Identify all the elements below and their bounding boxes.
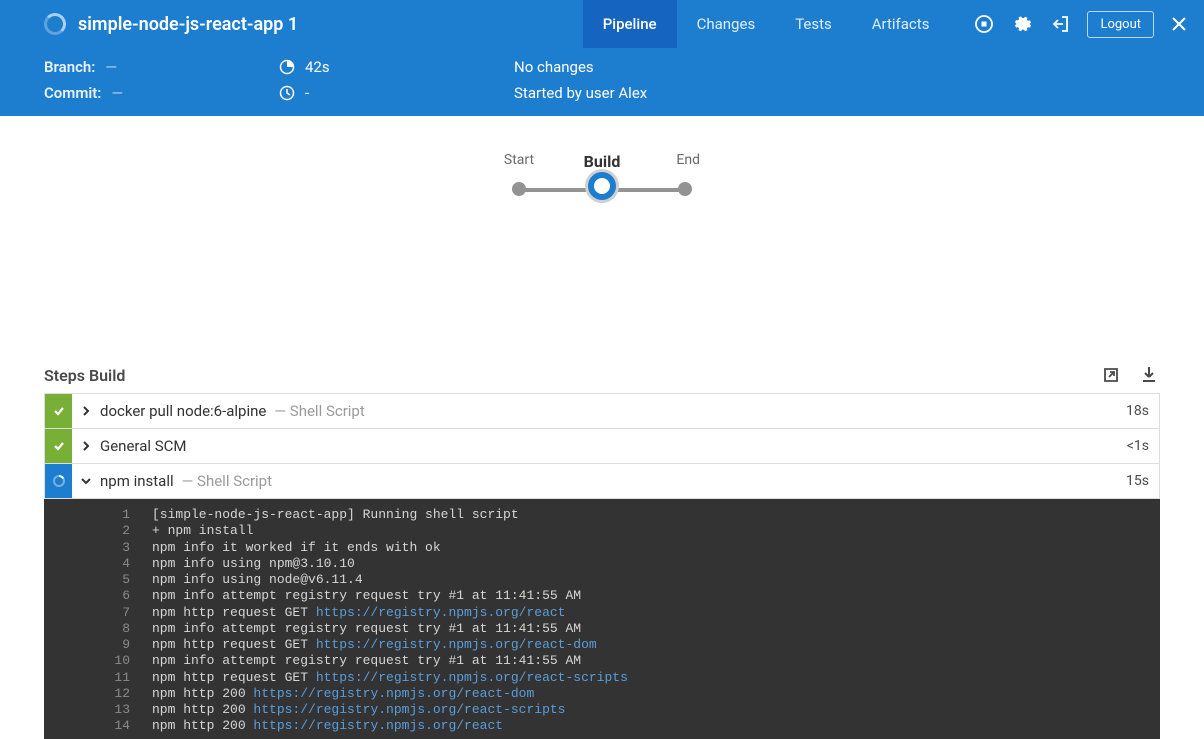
- graph-label-start: Start: [504, 152, 534, 168]
- console-link[interactable]: https://registry.npmjs.org/react: [316, 605, 566, 620]
- graph-node-start[interactable]: [512, 182, 526, 196]
- graph-node-end[interactable]: [678, 182, 692, 196]
- line-number: 11: [44, 670, 152, 686]
- download-icon[interactable]: [1138, 364, 1160, 386]
- timer-value: -: [305, 84, 309, 102]
- line-number: 6: [44, 588, 152, 604]
- commit-label: Commit:: [44, 84, 101, 102]
- step-row[interactable]: npm install — Shell Script 15s: [44, 463, 1160, 499]
- step-subtitle: — Shell Script: [274, 402, 364, 420]
- console-line: npm info it worked if it ends with ok: [152, 540, 441, 556]
- console-line: npm info attempt registry request try #1…: [152, 621, 581, 637]
- spinner-icon: [45, 464, 72, 498]
- rerun-icon[interactable]: [973, 13, 995, 35]
- logout-button[interactable]: Logout: [1087, 11, 1154, 38]
- line-number: 2: [44, 523, 152, 539]
- line-number: 1: [44, 507, 152, 523]
- console-line: [simple-node-js-react-app] Running shell…: [152, 507, 519, 523]
- console-line: npm info attempt registry request try #1…: [152, 588, 581, 604]
- pipeline-title: simple-node-js-react-app 1: [78, 14, 298, 35]
- graph-label-build: Build: [584, 152, 621, 171]
- exit-icon[interactable]: [1049, 13, 1071, 35]
- duration-value: 42s: [305, 58, 330, 76]
- duration-icon: [279, 59, 295, 75]
- console-link[interactable]: https://registry.npmjs.org/react-scripts: [316, 670, 628, 685]
- pipeline-graph: Start Build End: [0, 116, 1204, 356]
- console-line: npm http 200 https://registry.npmjs.org/…: [152, 702, 565, 718]
- line-number: 7: [44, 605, 152, 621]
- console-link[interactable]: https://registry.npmjs.org/react-scripts: [253, 702, 565, 717]
- console-link[interactable]: https://registry.npmjs.org/react-dom: [253, 686, 534, 701]
- line-number: 14: [44, 718, 152, 734]
- open-external-icon[interactable]: [1100, 364, 1122, 386]
- console-line: + npm install: [152, 523, 253, 539]
- step-row[interactable]: General SCM <1s: [44, 428, 1160, 464]
- step-duration: 18s: [1126, 403, 1159, 419]
- chevron-down-icon[interactable]: [72, 475, 100, 487]
- tab-pipeline[interactable]: Pipeline: [583, 0, 677, 48]
- step-name: docker pull node:6-alpine: [100, 402, 266, 420]
- console-line: npm http request GET https://registry.np…: [152, 670, 628, 686]
- console-line: npm http 200 https://registry.npmjs.org/…: [152, 686, 534, 702]
- line-number: 4: [44, 556, 152, 572]
- console-line: npm info attempt registry request try #1…: [152, 653, 581, 669]
- commit-value: —: [111, 84, 123, 102]
- graph-label-end: End: [676, 152, 700, 168]
- chevron-right-icon[interactable]: [72, 405, 100, 417]
- console-line: npm http request GET https://registry.np…: [152, 605, 565, 621]
- branch-value: —: [105, 58, 117, 76]
- settings-icon[interactable]: [1011, 13, 1033, 35]
- line-number: 3: [44, 540, 152, 556]
- graph-node-build[interactable]: [588, 172, 616, 200]
- changes-text: No changes: [514, 58, 594, 76]
- step-duration: <1s: [1127, 438, 1159, 454]
- timer-icon: [279, 85, 295, 101]
- step-row[interactable]: docker pull node:6-alpine — Shell Script 1…: [44, 393, 1160, 429]
- console-line: npm http 200 https://registry.npmjs.org/…: [152, 718, 503, 734]
- console-output: 1[simple-node-js-react-app] Running shel…: [44, 499, 1160, 739]
- line-number: 8: [44, 621, 152, 637]
- tab-artifacts[interactable]: Artifacts: [852, 0, 950, 48]
- started-by-text: Started by user Alex: [514, 84, 647, 102]
- branch-label: Branch:: [44, 58, 95, 76]
- chevron-right-icon[interactable]: [72, 440, 100, 452]
- console-link[interactable]: https://registry.npmjs.org/react-dom: [316, 637, 597, 652]
- line-number: 9: [44, 637, 152, 653]
- status-spinner-icon: [44, 13, 66, 35]
- console-line: npm info using node@v6.11.4: [152, 572, 363, 588]
- line-number: 12: [44, 686, 152, 702]
- line-number: 13: [44, 702, 152, 718]
- line-number: 10: [44, 653, 152, 669]
- line-number: 5: [44, 572, 152, 588]
- step-subtitle: — Shell Script: [182, 472, 272, 490]
- tab-changes[interactable]: Changes: [677, 0, 776, 48]
- close-icon[interactable]: [1170, 15, 1188, 33]
- check-icon: [45, 429, 72, 463]
- console-link[interactable]: https://registry.npmjs.org/react: [253, 718, 503, 733]
- steps-title: Steps Build: [44, 366, 125, 385]
- step-duration: 15s: [1126, 473, 1159, 489]
- check-icon: [45, 394, 72, 428]
- tab-tests[interactable]: Tests: [775, 0, 852, 48]
- step-name: General SCM: [100, 437, 187, 455]
- step-name: npm install: [100, 472, 174, 490]
- console-line: npm http request GET https://registry.np…: [152, 637, 597, 653]
- console-line: npm info using npm@3.10.10: [152, 556, 355, 572]
